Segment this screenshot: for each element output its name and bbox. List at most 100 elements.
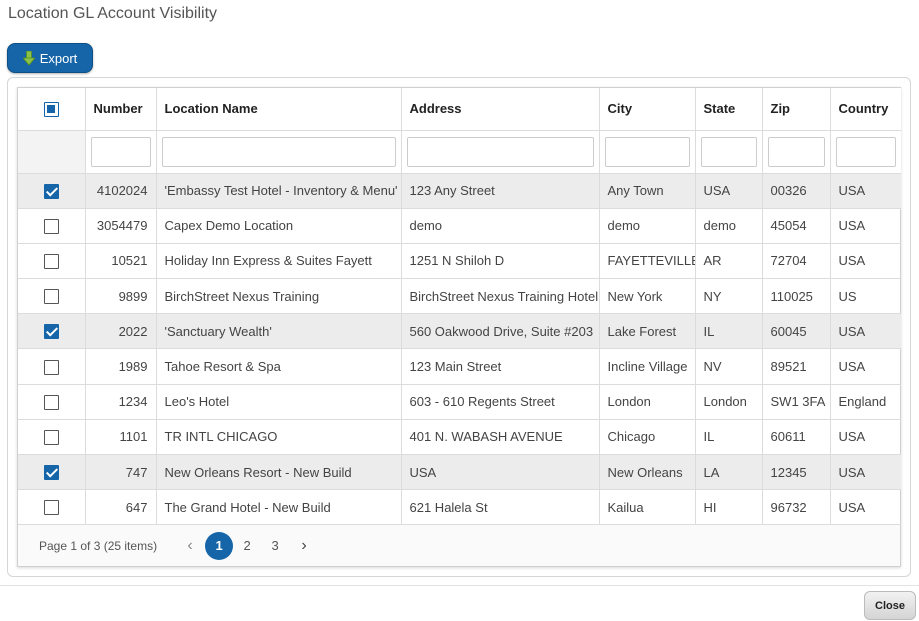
cell-number: 647 xyxy=(85,489,157,526)
row-checkbox[interactable] xyxy=(43,218,59,234)
column-header-zip[interactable]: Zip xyxy=(762,88,831,131)
cell-name: New Orleans Resort - New Build xyxy=(156,454,402,491)
cell-state: USA xyxy=(695,173,763,209)
filter-cell-zip xyxy=(762,130,831,174)
cell-state: AR xyxy=(695,243,763,280)
cell-zip: 60045 xyxy=(762,313,831,350)
cell-address: 621 Halela St xyxy=(401,489,600,526)
cell-number: 2022 xyxy=(85,313,157,350)
row-checkbox[interactable] xyxy=(43,359,59,375)
column-header-state[interactable]: State xyxy=(695,88,763,131)
cell-zip: 12345 xyxy=(762,454,831,491)
select-all-checkbox[interactable] xyxy=(43,101,59,117)
table-row[interactable]: 4102024 'Embassy Test Hotel - Inventory &… xyxy=(18,173,901,209)
cell-country: USA xyxy=(830,243,901,280)
cell-country: US xyxy=(830,278,901,315)
cell-city: Chicago xyxy=(599,419,696,456)
filter-city-input[interactable] xyxy=(604,136,690,167)
cell-state: London xyxy=(695,384,763,420)
cell-address: 123 Any Street xyxy=(401,173,600,209)
filter-country-input[interactable] xyxy=(835,136,896,167)
column-header-address[interactable]: Address xyxy=(401,88,600,131)
row-checkbox[interactable] xyxy=(43,183,59,199)
cell-number: 1989 xyxy=(85,348,157,385)
column-header-city[interactable]: City xyxy=(599,88,696,131)
pager: Page 1 of 3 (25 items) ‹ 123 › xyxy=(18,524,900,566)
page-button-2[interactable]: 2 xyxy=(233,532,261,560)
filter-cell-city xyxy=(599,130,696,174)
cell-country: USA xyxy=(830,419,901,456)
cell-city: FAYETTEVILLE xyxy=(599,243,696,280)
filter-cell-number xyxy=(85,130,157,174)
header-row: Number Location Name Address City State … xyxy=(18,88,901,131)
page-button-3[interactable]: 3 xyxy=(261,532,289,560)
row-checkbox[interactable] xyxy=(43,324,59,340)
column-header-location-name[interactable]: Location Name xyxy=(156,88,402,131)
row-select-cell xyxy=(18,208,86,244)
row-checkbox[interactable] xyxy=(43,254,59,269)
cell-address: 401 N. WABASH AVENUE xyxy=(401,419,600,456)
locations-grid: Number Location Name Address City State … xyxy=(17,87,901,567)
cell-address: BirchStreet Nexus Training Hotel xyxy=(401,278,600,315)
row-select-cell xyxy=(18,454,86,491)
cell-country: USA xyxy=(830,208,901,244)
pager-pages: 123 xyxy=(205,531,289,560)
row-select-cell xyxy=(18,313,86,350)
table-row[interactable]: 2022 'Sanctuary Wealth' 560 Oakwood Drive,… xyxy=(18,313,901,350)
column-header-country[interactable]: Country xyxy=(830,88,901,131)
cell-city: Any Town xyxy=(599,173,696,209)
table-row[interactable]: 3054479 Capex Demo Location demo demo demo 45… xyxy=(18,208,901,244)
table-row[interactable]: 1101 TR INTL CHICAGO 401 N. WABASH AVENUE C… xyxy=(18,419,901,456)
filter-state-input[interactable] xyxy=(700,136,757,167)
chevron-right-icon[interactable]: › xyxy=(293,537,315,555)
row-checkbox[interactable] xyxy=(43,429,59,445)
row-checkbox[interactable] xyxy=(43,500,59,516)
cell-address: 123 Main Street xyxy=(401,348,600,385)
cell-name: BirchStreet Nexus Training xyxy=(156,278,402,315)
cell-number: 1234 xyxy=(85,384,157,420)
cell-name: TR INTL CHICAGO xyxy=(156,419,402,456)
cell-number: 9899 xyxy=(85,278,157,315)
cell-state: IL xyxy=(695,313,763,350)
row-checkbox[interactable] xyxy=(43,289,59,305)
table-row[interactable]: 1989 Tahoe Resort & Spa 123 Main Street Inc… xyxy=(18,348,901,385)
cell-country: USA xyxy=(830,173,901,209)
cell-number: 10521 xyxy=(85,243,157,280)
close-button[interactable]: Close xyxy=(864,591,916,620)
filter-zip-input[interactable] xyxy=(767,136,825,167)
cell-zip: 72704 xyxy=(762,243,831,280)
cell-number: 1101 xyxy=(85,419,157,456)
cell-zip: 60611 xyxy=(762,419,831,456)
cell-state: HI xyxy=(695,489,763,526)
cell-city: New York xyxy=(599,278,696,315)
cell-country: USA xyxy=(830,489,901,526)
row-select-cell xyxy=(18,243,86,280)
table-row[interactable]: 10521 Holiday Inn Express & Suites Fayett… xyxy=(18,243,901,280)
cell-name: Capex Demo Location xyxy=(156,208,402,244)
cell-city: demo xyxy=(599,208,696,244)
cell-number: 747 xyxy=(85,454,157,491)
column-header-number[interactable]: Number xyxy=(85,88,157,131)
cell-city: Lake Forest xyxy=(599,313,696,350)
filter-address-input[interactable] xyxy=(406,136,594,167)
row-checkbox[interactable] xyxy=(43,394,59,410)
filter-cell-country xyxy=(830,130,901,174)
table-row[interactable]: 647 The Grand Hotel - New Build 621 Halela… xyxy=(18,489,901,526)
page-button-1[interactable]: 1 xyxy=(205,531,234,560)
cell-name: Tahoe Resort & Spa xyxy=(156,348,402,385)
dialog-title: Location GL Account Visibility xyxy=(8,5,218,22)
filter-location-name-input[interactable] xyxy=(161,136,396,167)
filter-number-input[interactable] xyxy=(90,136,151,167)
export-button[interactable]: Export xyxy=(7,43,93,73)
table-row[interactable]: 747 New Orleans Resort - New Build USA New … xyxy=(18,454,901,491)
cell-state: IL xyxy=(695,419,763,456)
cell-country: USA xyxy=(830,454,901,491)
cell-state: LA xyxy=(695,454,763,491)
cell-country: USA xyxy=(830,348,901,385)
table-row[interactable]: 9899 BirchStreet Nexus Training BirchStree… xyxy=(18,278,901,315)
chevron-left-icon[interactable]: ‹ xyxy=(179,537,201,555)
table-row[interactable]: 1234 Leo's Hotel 603 - 610 Regents Street L… xyxy=(18,384,901,420)
cell-zip: 110025 xyxy=(762,278,831,315)
row-checkbox[interactable] xyxy=(43,465,59,481)
row-select-cell xyxy=(18,419,86,456)
